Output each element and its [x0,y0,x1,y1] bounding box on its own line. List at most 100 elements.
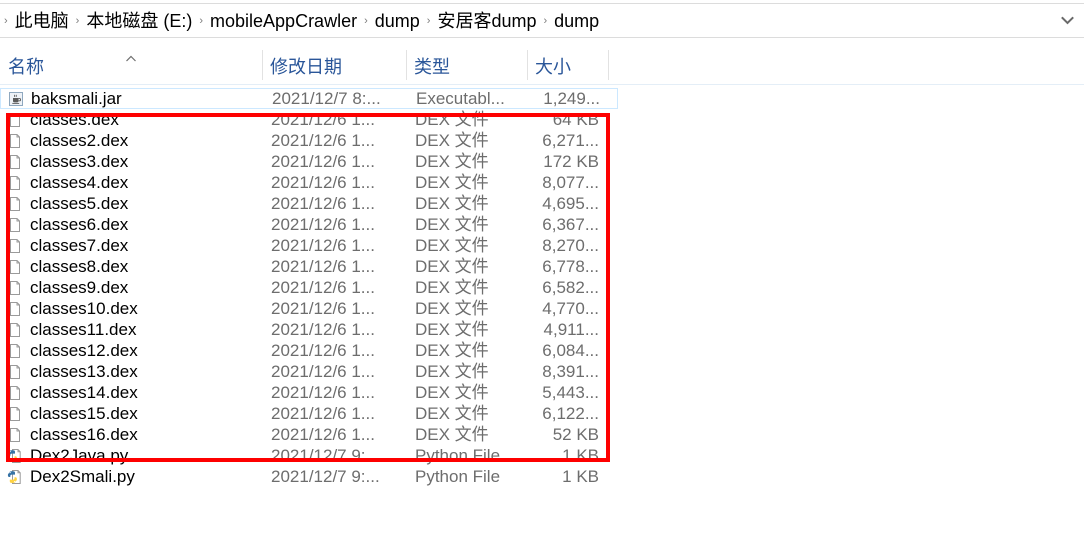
file-name-label: classes11.dex [30,319,137,339]
file-row[interactable]: classes9.dex 2021/12/6 1... DEX 文件 6,582... [0,277,618,298]
column-header-size[interactable]: 大小 [527,46,608,85]
file-name-cell[interactable]: classes.dex [0,109,262,130]
blank-document-icon [7,322,23,338]
file-date-cell: 2021/12/6 1... [271,298,375,318]
file-row[interactable]: Dex2Java.py 2021/12/7 9:... Python File 1 K… [0,445,618,466]
blank-document-icon [7,364,23,380]
file-date-cell: 2021/12/6 1... [271,151,375,171]
file-size-cell: 1 KB [562,466,599,486]
file-name-cell[interactable]: classes14.dex [0,382,262,403]
file-date-cell: 2021/12/7 8:... [272,88,381,108]
python-file-icon [7,469,23,485]
file-name-label: Dex2Smali.py [30,466,135,486]
file-type-cell: DEX 文件 [415,382,489,402]
file-size-cell: 8,270... [542,235,599,255]
file-size-cell: 6,122... [542,403,599,423]
file-name-cell[interactable]: classes8.dex [0,256,262,277]
breadcrumb-item-1[interactable]: 此电脑 [10,9,74,33]
file-size-cell: 6,084... [542,340,599,360]
file-row[interactable]: classes.dex 2021/12/6 1... DEX 文件 64 KB [0,109,618,130]
file-name-cell[interactable]: classes3.dex [0,151,262,172]
file-name-label: classes3.dex [30,151,129,171]
blank-document-icon [7,259,23,275]
file-row[interactable]: classes13.dex 2021/12/6 1... DEX 文件 8,391..… [0,361,618,382]
file-date-cell: 2021/12/6 1... [271,193,375,213]
file-name-cell[interactable]: classes6.dex [0,214,262,235]
file-size-cell: 172 KB [543,151,599,171]
file-name-cell[interactable]: classes10.dex [0,298,262,319]
file-date-cell: 2021/12/6 1... [271,130,375,150]
file-type-cell: DEX 文件 [415,109,489,129]
file-name-cell[interactable]: classes12.dex [0,340,262,361]
file-type-cell: DEX 文件 [415,214,489,234]
file-name-cell[interactable]: classes11.dex [0,319,262,340]
file-name-label: classes10.dex [30,298,138,318]
header-underline [0,84,1084,85]
file-date-cell: 2021/12/7 9:... [271,445,380,465]
file-list[interactable]: baksmali.jar 2021/12/7 8:... Executabl... 1… [0,88,1084,508]
file-name-cell[interactable]: classes13.dex [0,361,262,382]
file-date-cell: 2021/12/6 1... [271,235,375,255]
file-row[interactable]: classes2.dex 2021/12/6 1... DEX 文件 6,271... [0,130,618,151]
file-date-cell: 2021/12/6 1... [271,277,375,297]
address-bar[interactable]: › 此电脑 › 本地磁盘 (E:) › mobileAppCrawler › dump › 安居客… [0,3,1084,38]
file-name-cell[interactable]: classes2.dex [0,130,262,151]
file-date-cell: 2021/12/6 1... [271,214,375,234]
blank-document-icon [7,427,23,443]
file-type-cell: Executabl... [416,88,505,108]
column-header-date-label: 修改日期 [270,56,342,77]
breadcrumb-item-6[interactable]: dump [549,9,604,33]
file-row[interactable]: baksmali.jar 2021/12/7 8:... Executabl... 1… [0,88,618,109]
breadcrumb-item-4[interactable]: dump [370,9,425,33]
file-name-label: classes16.dex [30,424,138,444]
file-name-label: classes2.dex [30,130,129,150]
file-name-cell[interactable]: classes7.dex [0,235,262,256]
file-row[interactable]: classes8.dex 2021/12/6 1... DEX 文件 6,778... [0,256,618,277]
file-name-cell[interactable]: classes15.dex [0,403,262,424]
breadcrumb-item-5[interactable]: 安居客dump [432,9,541,33]
file-size-cell: 8,077... [542,172,599,192]
column-header-date[interactable]: 修改日期 [262,46,406,85]
file-name-cell[interactable]: classes16.dex [0,424,262,445]
file-name-cell[interactable]: classes9.dex [0,277,262,298]
file-type-cell: DEX 文件 [415,424,489,444]
blank-document-icon [7,217,23,233]
blank-document-icon [7,175,23,191]
breadcrumb-item-3[interactable]: mobileAppCrawler [205,9,362,33]
file-date-cell: 2021/12/6 1... [271,172,375,192]
file-date-cell: 2021/12/6 1... [271,109,375,129]
file-name-cell[interactable]: classes5.dex [0,193,262,214]
file-row[interactable]: classes16.dex 2021/12/6 1... DEX 文件 52 KB [0,424,618,445]
file-size-cell: 4,770... [542,298,599,318]
address-dropdown-button[interactable] [1050,4,1084,37]
file-row[interactable]: classes6.dex 2021/12/6 1... DEX 文件 6,367... [0,214,618,235]
file-row[interactable]: classes3.dex 2021/12/6 1... DEX 文件 172 KB [0,151,618,172]
file-name-label: classes4.dex [30,172,129,192]
file-row[interactable]: classes14.dex 2021/12/6 1... DEX 文件 5,443..… [0,382,618,403]
file-type-cell: DEX 文件 [415,130,489,150]
file-row[interactable]: classes11.dex 2021/12/6 1... DEX 文件 4,911..… [0,319,618,340]
file-row[interactable]: classes7.dex 2021/12/6 1... DEX 文件 8,270... [0,235,618,256]
file-size-cell: 4,695... [542,193,599,213]
file-name-cell[interactable]: classes4.dex [0,172,262,193]
file-size-cell: 4,911... [543,319,599,339]
file-type-cell: DEX 文件 [415,277,489,297]
file-name-label: classes6.dex [30,214,129,234]
file-row[interactable]: classes15.dex 2021/12/6 1... DEX 文件 6,122..… [0,403,618,424]
file-name-cell[interactable]: Dex2Smali.py [0,466,262,487]
file-row[interactable]: classes12.dex 2021/12/6 1... DEX 文件 6,084..… [0,340,618,361]
file-row[interactable]: classes5.dex 2021/12/6 1... DEX 文件 4,695... [0,193,618,214]
breadcrumb[interactable]: › 此电脑 › 本地磁盘 (E:) › mobileAppCrawler › dump › 安居客… [0,9,1050,33]
column-divider-4[interactable] [608,50,609,80]
file-name-cell[interactable]: baksmali.jar [1,89,263,108]
file-date-cell: 2021/12/6 1... [271,340,375,360]
file-row[interactable]: classes10.dex 2021/12/6 1... DEX 文件 4,770..… [0,298,618,319]
column-header-type-label: 类型 [414,56,450,77]
file-type-cell: DEX 文件 [415,256,489,276]
file-row[interactable]: Dex2Smali.py 2021/12/7 9:... Python File 1 … [0,466,618,487]
column-header-type[interactable]: 类型 [406,46,527,85]
file-row[interactable]: classes4.dex 2021/12/6 1... DEX 文件 8,077... [0,172,618,193]
file-name-cell[interactable]: Dex2Java.py [0,445,262,466]
breadcrumb-item-2[interactable]: 本地磁盘 (E:) [81,9,197,33]
blank-document-icon [7,343,23,359]
